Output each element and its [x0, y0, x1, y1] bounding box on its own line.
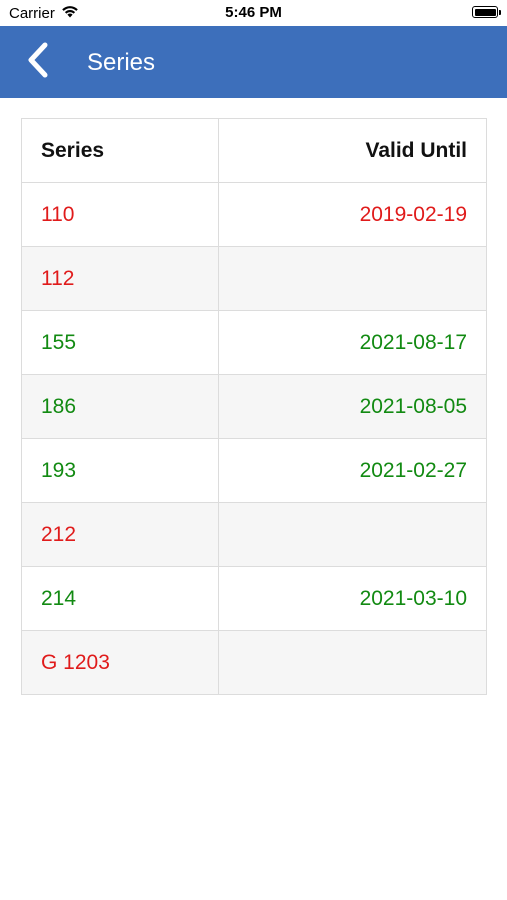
table-row[interactable]: 186 2021-08-05 — [21, 374, 487, 439]
series-cell: 214 — [21, 566, 219, 631]
series-cell: 112 — [21, 246, 219, 311]
status-bar: Carrier 5:46 PM — [0, 0, 507, 26]
series-cell: 155 — [21, 310, 219, 375]
table-row[interactable]: 110 2019-02-19 — [21, 182, 487, 247]
series-cell: G 1203 — [21, 630, 219, 695]
series-table-container: Series Valid Until 110 2019-02-19 112 15… — [21, 118, 487, 695]
valid-until-cell — [218, 630, 487, 695]
status-time: 5:46 PM — [225, 4, 282, 21]
series-table: Series Valid Until 110 2019-02-19 112 15… — [21, 118, 487, 695]
table-row[interactable]: 212 — [21, 502, 487, 567]
series-cell: 186 — [21, 374, 219, 439]
table-row[interactable]: 155 2021-08-17 — [21, 310, 487, 375]
valid-until-cell: 2021-08-17 — [218, 310, 487, 375]
series-cell: 212 — [21, 502, 219, 567]
nav-bar: Series — [0, 26, 507, 98]
header-series: Series — [21, 118, 219, 183]
valid-until-cell — [218, 502, 487, 567]
table-row[interactable]: 214 2021-03-10 — [21, 566, 487, 631]
chevron-left-icon — [26, 41, 50, 84]
valid-until-cell: 2021-03-10 — [218, 566, 487, 631]
table-row[interactable]: G 1203 — [21, 630, 487, 695]
table-header-row: Series Valid Until — [21, 118, 487, 183]
battery-icon — [472, 6, 501, 18]
valid-until-cell: 2021-08-05 — [218, 374, 487, 439]
series-cell: 193 — [21, 438, 219, 503]
series-cell: 110 — [21, 182, 219, 247]
valid-until-cell — [218, 246, 487, 311]
page-title: Series — [87, 49, 156, 76]
table-row[interactable]: 112 — [21, 246, 487, 311]
header-valid-until: Valid Until — [218, 118, 487, 183]
back-button[interactable] — [18, 40, 58, 84]
table-row[interactable]: 193 2021-02-27 — [21, 438, 487, 503]
battery-level — [474, 8, 496, 16]
valid-until-cell: 2019-02-19 — [218, 182, 487, 247]
valid-until-cell: 2021-02-27 — [218, 438, 487, 503]
